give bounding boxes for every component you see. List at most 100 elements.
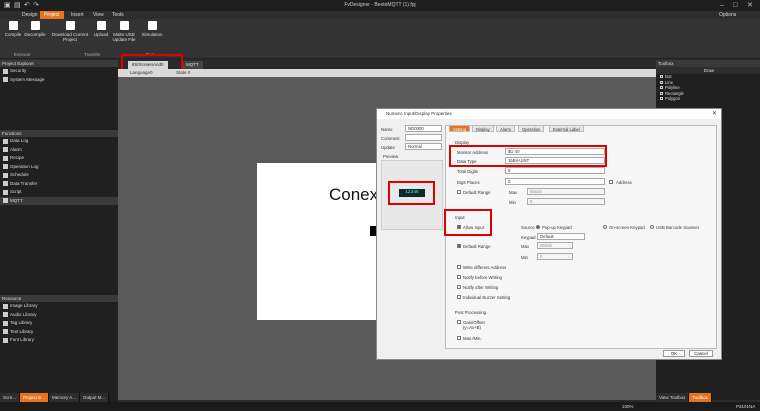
tab-screen[interactable]: Scre... xyxy=(0,393,21,402)
mqtt-icon xyxy=(3,198,8,204)
maximize-icon[interactable]: □ xyxy=(733,2,737,9)
document-tabs: 8S/ScreenAnd0 MQTT xyxy=(118,60,656,69)
function-item-script[interactable]: Script xyxy=(0,188,118,197)
function-item-alarm[interactable]: Alarm xyxy=(0,146,118,155)
close-icon[interactable]: ✕ xyxy=(747,2,753,9)
notify-before-label: Notify before Writing xyxy=(463,275,502,280)
tab-operation[interactable]: Operation xyxy=(518,125,545,132)
text-library-icon xyxy=(3,329,8,335)
function-item-operation-log[interactable]: Operation Log xyxy=(0,163,118,172)
onscreen-keypad-label: On-screen Keypad xyxy=(609,225,645,230)
schedule-icon xyxy=(3,172,8,178)
total-digits-field[interactable]: 5 xyxy=(505,167,605,174)
input-default-range-checkbox[interactable] xyxy=(457,244,461,248)
project-item-system-message[interactable]: System Message xyxy=(0,76,118,85)
resource-item-label: Text Library xyxy=(10,328,34,334)
download-project-button[interactable]: Download Current Project xyxy=(50,21,90,42)
make-usb-label: Make USB Update File xyxy=(112,32,136,42)
audio-library-icon xyxy=(3,312,8,318)
simulation-label: Simulation xyxy=(141,32,163,37)
notify-before-checkbox[interactable] xyxy=(457,275,461,279)
input-max-label: Max xyxy=(521,244,530,249)
resource-item-label: Audio Library xyxy=(10,311,37,317)
play-icon xyxy=(147,21,157,30)
default-range-checkbox[interactable] xyxy=(457,190,461,194)
message-icon xyxy=(3,77,8,83)
zoom-level[interactable]: 100% xyxy=(622,402,634,411)
title-bar: ▣ ▤ ↶ ↷ FvDesigner - BeeteMQTT (1).fpj –… xyxy=(0,0,760,11)
project-item-label: Security xyxy=(10,68,27,73)
project-explorer-header: Project Explorer xyxy=(0,60,118,67)
update-select[interactable]: Normal xyxy=(405,143,442,150)
toolbox-draw-group[interactable]: Draw xyxy=(656,67,760,74)
numeric-properties-dialog: Numeric Input/Display Properties ✕ Name … xyxy=(376,108,722,360)
make-usb-update-button[interactable]: Make USB Update File xyxy=(110,21,138,42)
menu-tab-tools[interactable]: Tools xyxy=(108,11,128,19)
tab-setting[interactable]: Setting xyxy=(449,125,471,132)
ok-button[interactable]: OK xyxy=(663,350,685,357)
buzzer-checkbox[interactable] xyxy=(457,295,461,299)
resource-item-audio-library[interactable]: Audio Library xyxy=(0,311,118,320)
resource-item-font-library[interactable]: Font Library xyxy=(0,336,118,345)
min-field[interactable]: 0 xyxy=(527,198,605,205)
address-checkbox[interactable] xyxy=(609,180,613,184)
tab-external-label[interactable]: External Label xyxy=(549,125,584,132)
tab-display[interactable]: Display xyxy=(472,125,494,132)
resource-item-label: Font Library xyxy=(10,337,35,342)
minimize-icon[interactable]: – xyxy=(720,2,724,9)
status-bar: 100% P3101NA xyxy=(0,402,760,411)
toolbox-header: Toolbox xyxy=(656,60,760,67)
function-item-label: Data Log xyxy=(10,138,29,143)
project-item-security[interactable]: Security xyxy=(0,67,118,76)
function-item-label: Recipe xyxy=(10,155,25,160)
resource-item-tag-library[interactable]: Tag Library xyxy=(0,319,118,328)
gain-offset-checkbox[interactable] xyxy=(457,320,461,324)
maxmin-checkbox[interactable] xyxy=(457,336,461,340)
menu-tab-design[interactable]: Design xyxy=(18,11,42,19)
function-item-recipe[interactable]: Recipe xyxy=(0,154,118,163)
comment-field[interactable] xyxy=(405,134,442,141)
input-min-field[interactable]: 0 xyxy=(537,253,573,260)
state-select[interactable]: State 0 xyxy=(176,69,190,77)
polyline-icon xyxy=(660,86,663,90)
simulation-button[interactable]: Simulation xyxy=(139,21,165,37)
function-item-mqtt[interactable]: MQTT xyxy=(0,196,118,205)
resource-item-image-library[interactable]: Image Library xyxy=(0,302,118,311)
tab-alarm[interactable]: Alarm xyxy=(496,125,515,132)
tab-project-explorer[interactable]: Project E... xyxy=(20,393,50,402)
decompile-button[interactable]: Decompile xyxy=(22,21,48,37)
name-field[interactable]: ND0000 xyxy=(405,125,442,132)
tab-view-toolbox[interactable]: View Toolbox xyxy=(656,393,690,402)
input-default-range-label: Default Range xyxy=(463,244,491,249)
tab-toolbox[interactable]: Toolbox xyxy=(689,393,712,402)
options-menu[interactable]: Options xyxy=(715,11,740,19)
function-item-schedule[interactable]: Schedule xyxy=(0,171,118,180)
menu-tab-project[interactable]: Project xyxy=(40,11,64,19)
function-item-data-log[interactable]: Data Log xyxy=(0,137,118,146)
write-diff-checkbox[interactable] xyxy=(457,265,461,269)
function-item-data-transfer[interactable]: Data Transfer xyxy=(0,180,118,189)
popup-keypad-radio[interactable] xyxy=(536,225,540,229)
menu-tab-insert[interactable]: Insert xyxy=(67,11,88,19)
tab-output[interactable]: Output M... xyxy=(80,393,110,402)
onscreen-keypad-radio[interactable] xyxy=(603,225,607,229)
tab-memory[interactable]: Memory A... xyxy=(49,393,81,402)
function-item-label: Script xyxy=(10,189,22,194)
update-label: Update xyxy=(381,145,395,150)
input-max-field[interactable]: 65535 xyxy=(537,242,573,249)
cancel-button[interactable]: Cancel xyxy=(689,350,713,357)
max-field[interactable]: 65535 xyxy=(527,188,605,195)
keypad-select[interactable]: Default xyxy=(537,233,585,240)
project-item-label: System Message xyxy=(10,76,45,82)
doc-tab-mqtt[interactable]: MQTT xyxy=(182,61,203,69)
dialog-close-icon[interactable]: ✕ xyxy=(712,109,717,119)
menu-tab-view[interactable]: View xyxy=(89,11,108,19)
digit-places-field[interactable]: 0 xyxy=(505,178,605,185)
language-select[interactable]: Language0 xyxy=(130,69,153,77)
notify-after-checkbox[interactable] xyxy=(457,285,461,289)
usb-scanner-radio[interactable] xyxy=(650,225,654,229)
toolbox-item-polygon[interactable]: Polygon xyxy=(656,96,760,102)
resource-item-text-library[interactable]: Text Library xyxy=(0,328,118,337)
right-bottom-tabs: View Toolbox Toolbox xyxy=(656,393,760,402)
